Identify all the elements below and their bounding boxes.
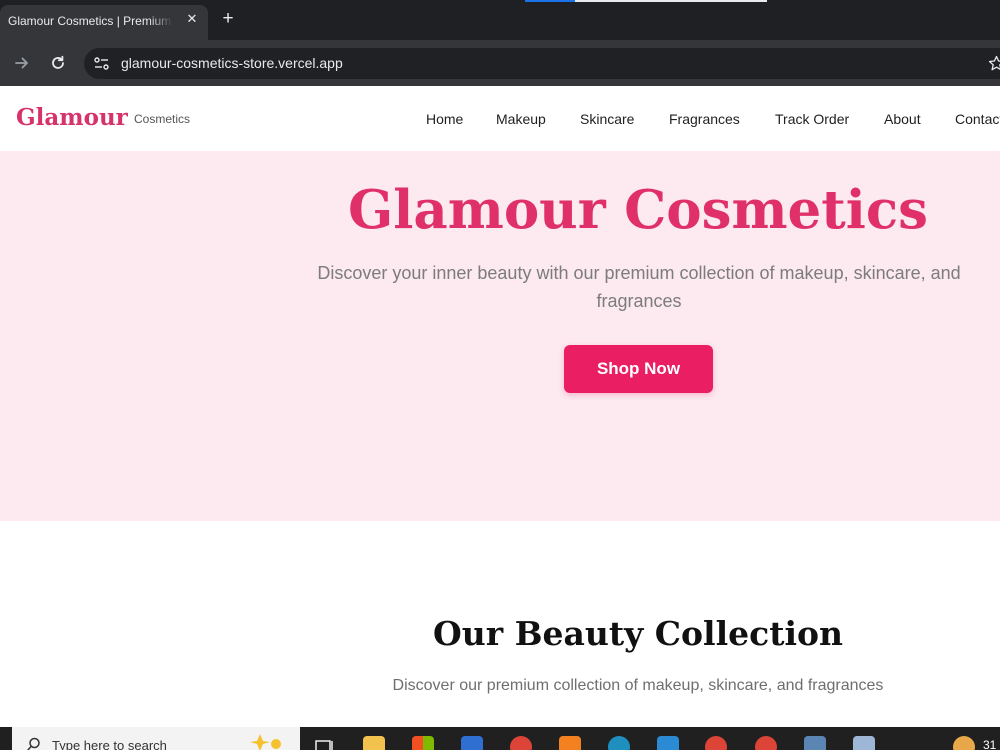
nav-about[interactable]: About	[884, 111, 921, 127]
search-placeholder: Type here to search	[52, 738, 167, 750]
tab-title: Glamour Cosmetics | Premium Makeup	[8, 14, 173, 28]
logo-subtitle: Cosmetics	[134, 112, 191, 126]
weather-icon[interactable]	[953, 736, 975, 750]
microsoft-store-icon[interactable]	[412, 736, 434, 750]
vlc-icon[interactable]	[559, 736, 581, 750]
postgres-icon[interactable]	[804, 736, 826, 750]
search-highlight-icon	[250, 734, 281, 750]
url-text: glamour-cosmetics-store.vercel.app	[121, 55, 343, 71]
nav-home[interactable]: Home	[426, 111, 463, 127]
window-edge-accent	[525, 0, 575, 2]
chrome-active-icon[interactable]	[705, 736, 727, 750]
nav-contact[interactable]: Contact	[955, 111, 1000, 127]
file-explorer-icon[interactable]	[363, 736, 385, 750]
nav-makeup[interactable]: Makeup	[496, 111, 546, 127]
window-edge-strip	[575, 0, 767, 2]
chrome-profile-icon[interactable]	[755, 736, 777, 750]
app-icon[interactable]	[461, 736, 483, 750]
nav-fragrances[interactable]: Fragrances	[669, 111, 740, 127]
taskbar-search-box[interactable]: Type here to search	[12, 727, 300, 750]
logo[interactable]: Glamour	[16, 104, 128, 131]
collection-description: Discover our premium collection of makeu…	[392, 677, 884, 694]
new-tab-button[interactable]: +	[218, 9, 238, 29]
nav-track-order[interactable]: Track Order	[775, 111, 849, 127]
star-icon[interactable]	[988, 55, 1000, 72]
taskbar-clock[interactable]: 31	[983, 738, 996, 750]
search-icon	[26, 737, 40, 750]
chrome-icon[interactable]	[510, 736, 532, 750]
collection-title: Our Beauty Collection	[432, 614, 843, 653]
task-view-icon[interactable]	[313, 736, 335, 750]
windows-taskbar: Type here to search 31	[0, 727, 1000, 750]
reload-icon[interactable]	[49, 54, 67, 72]
forward-arrow-icon[interactable]	[13, 54, 31, 72]
site-settings-icon[interactable]	[93, 55, 110, 72]
nav-skincare[interactable]: Skincare	[580, 111, 634, 127]
shop-now-button[interactable]: Shop Now	[564, 345, 713, 393]
browser-tab[interactable]: Glamour Cosmetics | Premium Makeup ✕	[0, 5, 208, 40]
address-bar[interactable]: glamour-cosmetics-store.vercel.app	[84, 48, 1000, 79]
vscode-icon[interactable]	[657, 736, 679, 750]
app-window-icon[interactable]	[853, 736, 875, 750]
browser-tab-bar: Glamour Cosmetics | Premium Makeup ✕ +	[0, 0, 1000, 40]
close-icon[interactable]: ✕	[184, 11, 200, 27]
hero-section: Glamour Cosmetics Discover your inner be…	[0, 151, 1000, 521]
browser-toolbar: glamour-cosmetics-store.vercel.app	[0, 40, 1000, 86]
edge-icon[interactable]	[608, 736, 630, 750]
hero-description: Discover your inner beauty with our prem…	[317, 263, 961, 311]
hero-title: Glamour Cosmetics	[348, 179, 928, 241]
site-header: Glamour Cosmetics Home Makeup Skincare F…	[0, 86, 1000, 152]
